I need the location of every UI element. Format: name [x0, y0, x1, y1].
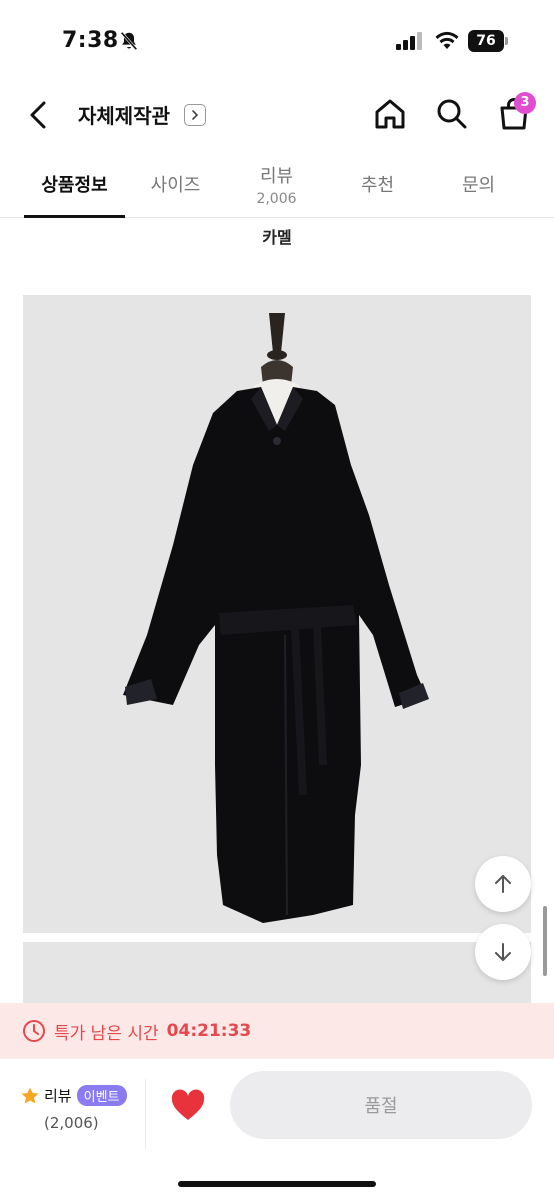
star-icon — [21, 1087, 39, 1103]
review-label: 리뷰 — [44, 1087, 72, 1105]
home-icon[interactable] — [372, 96, 408, 132]
battery-tip — [505, 37, 508, 45]
tab-label: 문의 — [461, 175, 496, 196]
sold-out-button[interactable]: 품절 — [230, 1071, 532, 1139]
heart-icon[interactable] — [170, 1089, 206, 1123]
store-title[interactable]: 자체제작관 — [78, 100, 170, 129]
review-count: (2,006) — [44, 1114, 99, 1132]
tab-label: 추천 — [360, 175, 395, 196]
timer-countdown: 04:21:33 — [166, 1021, 252, 1041]
active-tab-indicator — [24, 215, 125, 218]
search-icon[interactable] — [434, 96, 470, 132]
tab-label: 사이즈 — [150, 175, 201, 196]
bell-muted-icon — [120, 31, 138, 51]
chevron-right-icon[interactable] — [184, 104, 206, 126]
product-color-label: 카멜 — [262, 228, 292, 247]
event-badge: 이벤트 — [76, 1085, 127, 1106]
tab-inquiry[interactable]: 문의 — [428, 150, 529, 218]
signal-icon — [396, 32, 422, 50]
wifi-icon — [435, 31, 459, 49]
back-arrow-icon[interactable] — [24, 98, 54, 132]
tab-recommend[interactable]: 추천 — [327, 150, 428, 218]
coat-on-mannequin-image — [123, 313, 429, 923]
status-time: 7:38 — [62, 28, 119, 53]
arrow-down-icon — [495, 943, 511, 961]
tab-label: 리뷰 — [259, 165, 294, 187]
arrow-up-icon — [495, 875, 511, 893]
tab-product-info[interactable]: 상품정보 — [24, 150, 125, 218]
home-indicator — [178, 1181, 376, 1187]
review-summary[interactable]: 리뷰 이벤트 (2,006) — [20, 1085, 140, 1132]
purchase-bar: 리뷰 이벤트 (2,006) 품절 — [0, 1059, 554, 1200]
clock-icon — [23, 1020, 45, 1042]
tab-review[interactable]: 리뷰 2,006 — [226, 150, 327, 218]
tab-label: 상품정보 — [41, 175, 108, 196]
scroll-top-button[interactable] — [475, 856, 531, 912]
divider — [145, 1079, 146, 1149]
battery-level: 76 — [468, 30, 504, 52]
battery-indicator: 76 — [468, 30, 508, 52]
scrollbar[interactable] — [543, 906, 547, 976]
scroll-bottom-button[interactable] — [475, 924, 531, 980]
app-header: 자체제작관 — [0, 86, 554, 146]
tab-size[interactable]: 사이즈 — [125, 150, 226, 218]
product-image[interactable] — [23, 295, 531, 933]
timer-label: 특가 남은 시간 — [54, 1023, 159, 1044]
special-price-timer-banner: 특가 남은 시간 04:21:33 — [0, 1003, 554, 1059]
tab-review-count: 2,006 — [256, 190, 297, 207]
cart-count-badge: 3 — [514, 92, 536, 114]
product-tabs: 상품정보 사이즈 리뷰 2,006 추천 문의 — [0, 150, 554, 218]
status-bar: 7:38 76 — [0, 0, 554, 80]
product-image-next[interactable] — [23, 942, 531, 1012]
